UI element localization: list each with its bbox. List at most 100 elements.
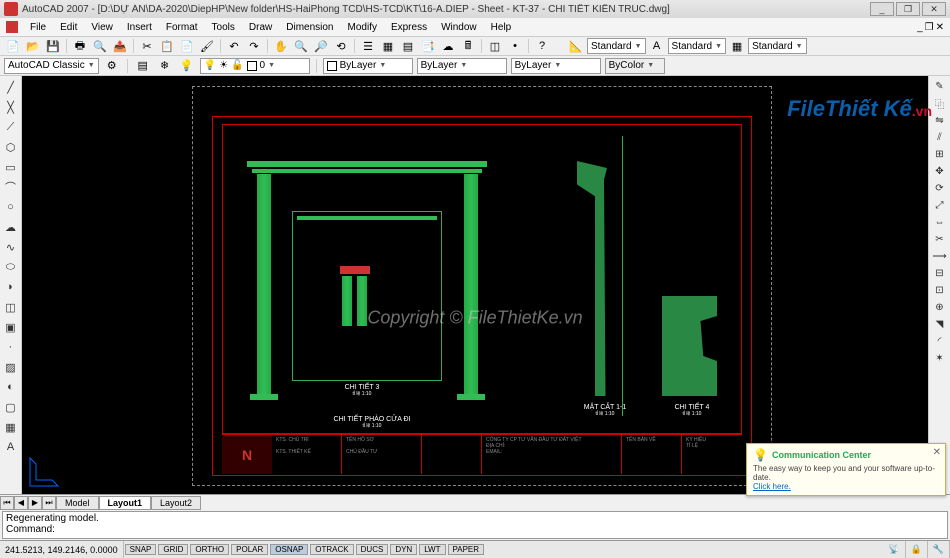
zoom-window-icon[interactable]: 🔎 — [312, 37, 330, 55]
tray-lock-icon[interactable]: 🔒 — [906, 541, 928, 558]
menu-file[interactable]: File — [24, 21, 52, 34]
mirror-icon[interactable]: ⇋ — [931, 112, 949, 128]
table-style-dropdown[interactable]: Standard▼ — [748, 38, 807, 54]
xline-icon[interactable]: ╳ — [2, 98, 20, 116]
toggle-polar[interactable]: POLAR — [231, 544, 268, 555]
polygon-icon[interactable]: ⬡ — [2, 138, 20, 156]
cut-icon[interactable]: ✂ — [138, 37, 156, 55]
erase-icon[interactable]: ✎ — [931, 78, 949, 94]
toggle-snap[interactable]: SNAP — [125, 544, 157, 555]
chamfer-icon[interactable]: ◥ — [931, 316, 949, 332]
ellipse-arc-icon[interactable]: ◗ — [2, 278, 20, 296]
publish-icon[interactable]: 📤 — [111, 37, 129, 55]
hatch-icon[interactable]: ▨ — [2, 358, 20, 376]
rotate-icon[interactable]: ⟳ — [931, 180, 949, 196]
mtext-icon[interactable]: A — [2, 438, 20, 456]
doc-maximize-button[interactable]: ❐ — [925, 22, 934, 33]
join-icon[interactable]: ⊕ — [931, 299, 949, 315]
lineweight-dropdown[interactable]: ByLayer▼ — [511, 58, 601, 74]
menu-window[interactable]: Window — [435, 21, 483, 34]
point-icon[interactable]: · — [2, 338, 20, 356]
menu-format[interactable]: Format — [160, 21, 204, 34]
tab-prev-icon[interactable]: ◀ — [14, 496, 28, 510]
doc-close-button[interactable]: ✕ — [936, 22, 944, 33]
fillet-icon[interactable]: ◜ — [931, 333, 949, 349]
drawing-canvas[interactable]: CHI TIẾT 3tỉ lệ 1:10 CHI TIẾT PHÀO CỬA Đ… — [22, 76, 928, 494]
markup-icon[interactable]: ☁ — [439, 37, 457, 55]
coords-display[interactable]: 241.5213, 149.2146, 0.0000 — [0, 541, 124, 558]
undo-icon[interactable]: ↶ — [225, 37, 243, 55]
preview-icon[interactable]: 🔍 — [91, 37, 109, 55]
minimize-button[interactable]: _ — [870, 2, 894, 16]
menu-view[interactable]: View — [85, 21, 119, 34]
polyline-icon[interactable]: ⟋ — [2, 118, 20, 136]
table-style-icon[interactable]: ▦ — [728, 37, 746, 55]
toggle-grid[interactable]: GRID — [158, 544, 188, 555]
table-icon[interactable]: ▦ — [2, 418, 20, 436]
break-point-icon[interactable]: ⊟ — [931, 265, 949, 281]
tab-first-icon[interactable]: ⏮ — [0, 496, 14, 510]
copy-icon[interactable]: 📋 — [158, 37, 176, 55]
text-style-dropdown[interactable]: Standard▼ — [668, 38, 727, 54]
offset-icon[interactable]: ⫽ — [931, 129, 949, 145]
insert-block-icon[interactable]: ◫ — [2, 298, 20, 316]
zoom-prev-icon[interactable]: ⟲ — [332, 37, 350, 55]
workspace-settings-icon[interactable]: ⚙ — [103, 57, 121, 75]
stretch-icon[interactable]: ⇔ — [931, 214, 949, 230]
save-icon[interactable]: 💾 — [44, 37, 62, 55]
make-block-icon[interactable]: ▣ — [2, 318, 20, 336]
trim-icon[interactable]: ✂ — [931, 231, 949, 247]
spline-icon[interactable]: ∿ — [2, 238, 20, 256]
tool-palette-icon[interactable]: ▤ — [399, 37, 417, 55]
layer-freeze-icon[interactable]: ❄ — [156, 57, 174, 75]
menu-dimension[interactable]: Dimension — [280, 21, 339, 34]
menu-express[interactable]: Express — [385, 21, 433, 34]
tray-tool-icon[interactable]: 🔧 — [928, 541, 950, 558]
toggle-lwt[interactable]: LWT — [419, 544, 445, 555]
toggle-ducs[interactable]: DUCS — [356, 544, 389, 555]
doc-minimize-button[interactable]: _ — [917, 22, 923, 33]
menu-insert[interactable]: Insert — [121, 21, 158, 34]
menu-help[interactable]: Help — [485, 21, 518, 34]
match-icon[interactable]: 🖌 — [198, 37, 216, 55]
open-icon[interactable]: 📂 — [24, 37, 42, 55]
comm-close-button[interactable]: ✕ — [933, 447, 941, 458]
region-icon[interactable]: ▢ — [2, 398, 20, 416]
arc-icon[interactable]: ⌒ — [2, 178, 20, 196]
text-style-icon[interactable]: A — [648, 37, 666, 55]
gradient-icon[interactable]: ◐ — [2, 378, 20, 396]
linetype-dropdown[interactable]: ByLayer▼ — [417, 58, 507, 74]
pan-icon[interactable]: ✋ — [272, 37, 290, 55]
tab-layout1[interactable]: Layout1 — [99, 496, 152, 510]
layer-off-icon[interactable]: 💡 — [178, 57, 196, 75]
tab-next-icon[interactable]: ▶ — [28, 496, 42, 510]
toggle-ortho[interactable]: ORTHO — [190, 544, 229, 555]
toggle-paper[interactable]: PAPER — [448, 544, 485, 555]
copy-obj-icon[interactable]: ⿻ — [931, 95, 949, 111]
paste-icon[interactable]: 📄 — [178, 37, 196, 55]
move-icon[interactable]: ✥ — [931, 163, 949, 179]
scale-icon[interactable]: ⤢ — [931, 197, 949, 213]
dim-style-dropdown[interactable]: Standard▼ — [587, 38, 646, 54]
tab-layout2[interactable]: Layout2 — [151, 496, 201, 510]
point-icon[interactable]: • — [506, 37, 524, 55]
ellipse-icon[interactable]: ⬭ — [2, 258, 20, 276]
revcloud-icon[interactable]: ☁ — [2, 218, 20, 236]
plotstyle-dropdown[interactable]: ByColor▼ — [605, 58, 665, 74]
toggle-osnap[interactable]: OSNAP — [270, 544, 308, 555]
menu-draw[interactable]: Draw — [243, 21, 278, 34]
maximize-button[interactable]: ❐ — [896, 2, 920, 16]
circle-icon[interactable]: ○ — [2, 198, 20, 216]
tray-comm-icon[interactable]: 📡 — [883, 541, 905, 558]
close-button[interactable]: ✕ — [922, 2, 946, 16]
layer-dropdown[interactable]: 💡 ☀ 🔓 0 ▼ — [200, 58, 310, 74]
sheetset-icon[interactable]: 📑 — [419, 37, 437, 55]
tab-last-icon[interactable]: ⏭ — [42, 496, 56, 510]
menu-modify[interactable]: Modify — [342, 21, 383, 34]
quickcalc-icon[interactable]: 🖩 — [459, 37, 477, 55]
toggle-otrack[interactable]: OTRACK — [310, 544, 353, 555]
properties-icon[interactable]: ☰ — [359, 37, 377, 55]
block-icon[interactable]: ◫ — [486, 37, 504, 55]
print-icon[interactable]: 🖶 — [71, 37, 89, 55]
new-icon[interactable]: 📄 — [4, 37, 22, 55]
